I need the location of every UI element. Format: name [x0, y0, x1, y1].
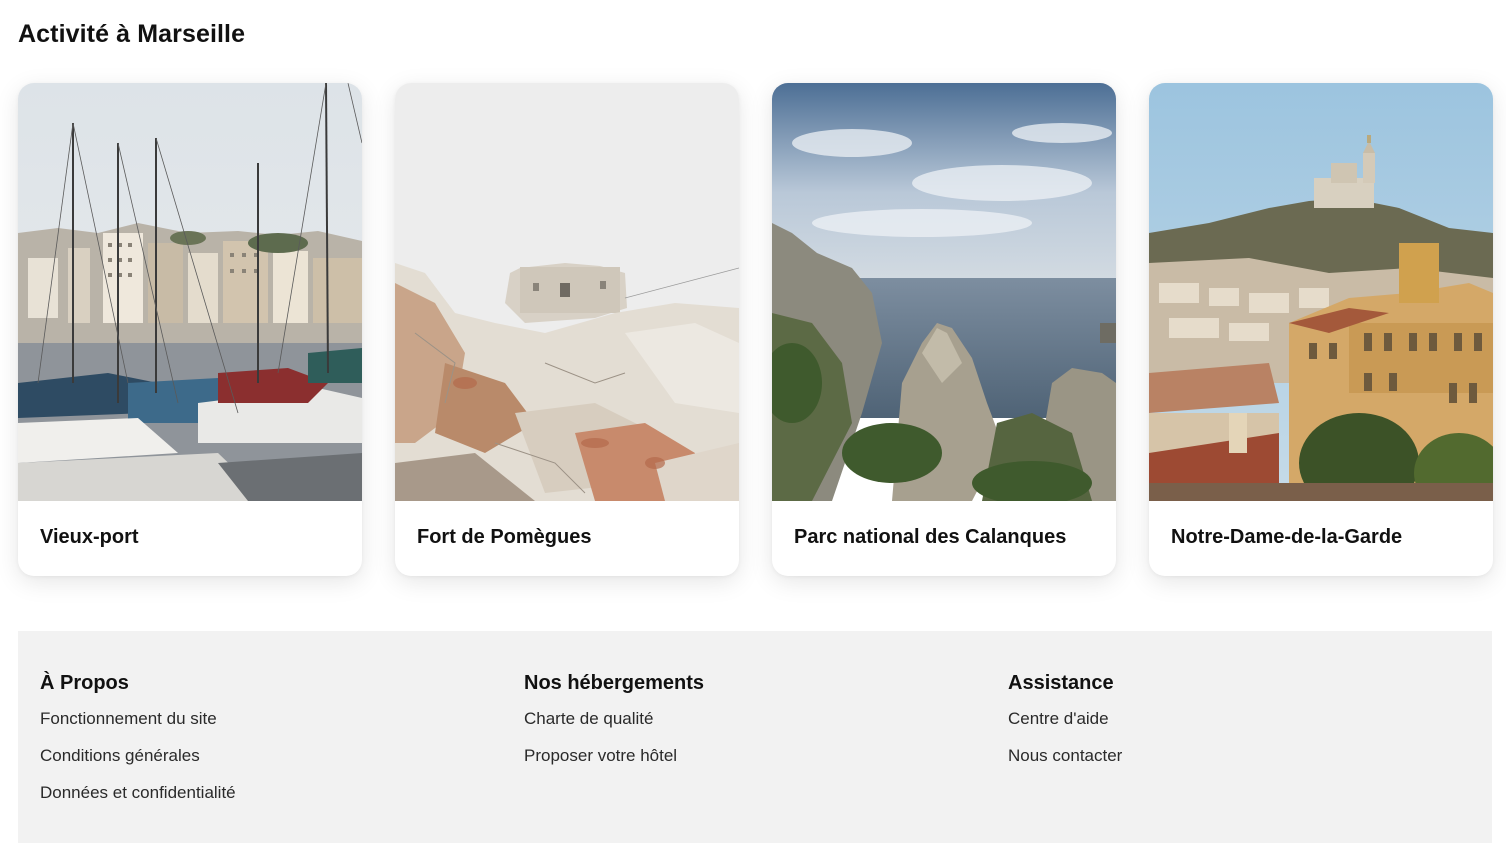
footer-link-centre-aide[interactable]: Centre d'aide [1008, 707, 1122, 744]
activity-card-vieux-port[interactable]: Vieux-port [18, 83, 362, 576]
card-label: Parc national des Calanques [794, 526, 1067, 548]
card-label: Notre-Dame-de-la-Garde [1171, 526, 1403, 548]
footer-link-fonctionnement[interactable]: Fonctionnement du site [40, 707, 236, 744]
section-title: Activité à Marseille [18, 20, 246, 48]
footer-column-a-propos: À Propos Fonctionnement du site Conditio… [40, 669, 236, 818]
activity-card-notre-dame-de-la-garde[interactable]: Notre-Dame-de-la-Garde [1149, 83, 1493, 576]
card-label: Fort de Pomègues [417, 526, 592, 548]
footer-link-conditions[interactable]: Conditions générales [40, 744, 236, 781]
activity-card-parc-national-des-calanques[interactable]: Parc national des Calanques [772, 83, 1116, 576]
footer-link-charte[interactable]: Charte de qualité [524, 707, 704, 744]
footer-column-assistance: Assistance Centre d'aide Nous contacter [1008, 669, 1122, 781]
footer-heading: Nos hébergements [524, 672, 705, 694]
rocky-fort-photo [395, 83, 739, 501]
footer-link-nous-contacter[interactable]: Nous contacter [1008, 744, 1122, 781]
activity-cards: Vieux-port Fort de Pomègues Parc nationa… [18, 83, 1493, 576]
footer-column-hebergements: Nos hébergements Charte de qualité Propo… [524, 669, 704, 781]
activity-card-fort-de-pomegues[interactable]: Fort de Pomègues [395, 83, 739, 576]
footer-link-donnees[interactable]: Données et confidentialité [40, 781, 236, 818]
footer-heading: Assistance [1008, 672, 1114, 694]
page: Activité à Marseille Vieux-port Fort de … [0, 0, 1506, 843]
footer-link-proposer-hotel[interactable]: Proposer votre hôtel [524, 744, 704, 781]
site-footer: À Propos Fonctionnement du site Conditio… [18, 631, 1492, 843]
card-label: Vieux-port [40, 526, 139, 548]
basilica-hill-city-photo [1149, 83, 1493, 501]
calanques-cliffs-sea-photo [772, 83, 1116, 501]
footer-heading: À Propos [40, 672, 129, 694]
marina-sailboats-photo [18, 83, 362, 501]
